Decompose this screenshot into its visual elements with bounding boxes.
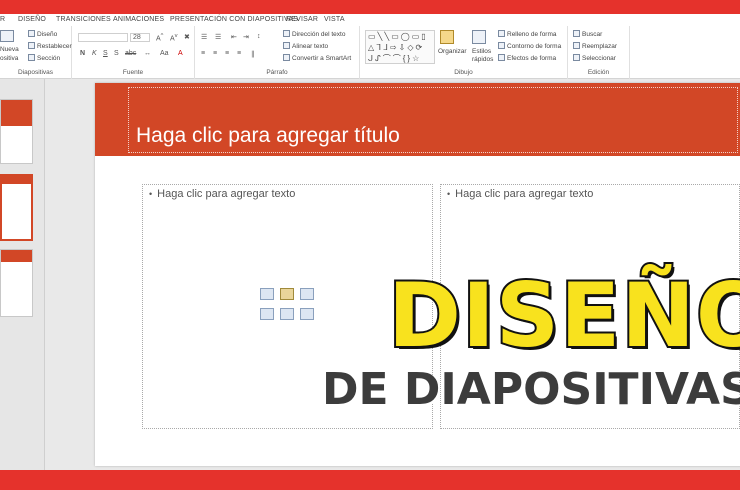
align-text-icon [283,42,290,49]
reset-icon [28,42,35,49]
shadow-button[interactable]: S [114,50,119,57]
columns-icon[interactable]: ∥ [251,50,255,58]
grow-font-icon[interactable]: A^ [156,33,163,42]
left-content-text: Haga clic para agregar texto [149,188,295,200]
quick-styles-icon[interactable] [472,30,488,45]
bold-button[interactable]: N [80,50,85,57]
underline-button[interactable]: S [103,50,108,57]
align-text-button[interactable]: Alinear texto [283,42,328,50]
group-dibujo: ▭╲╲▭◯▭▯ △ᒣᒧ⇨⇩◇⟳ ᒍᔑ⌒⌒{}☆ Organizar Estilos … [360,26,568,79]
numbering-icon[interactable]: ☰ [215,33,221,41]
tab-vista[interactable]: VISTA [324,16,345,23]
italic-button[interactable]: K [92,50,97,57]
insert-picture-icon[interactable] [260,308,274,320]
font-color-icon[interactable]: A [178,50,183,57]
insert-online-picture-icon[interactable] [280,308,294,320]
clear-format-icon[interactable]: ✖ [184,33,190,41]
indent-decrease-icon[interactable]: ⇤ [231,33,237,41]
change-case-icon[interactable]: Aa [160,50,169,57]
line-spacing-icon[interactable]: ↕ [257,33,261,40]
bottom-red-band [0,470,740,490]
layout-icon [28,30,35,37]
group-diapositivas: Nueva ositiva Diseño Restablecer Sección… [0,26,72,79]
font-name-field[interactable] [78,33,128,42]
group-title-diapositivas: Diapositivas [17,69,54,76]
align-left-icon[interactable]: ≡ [201,50,205,57]
strike-button[interactable]: abc [125,50,136,57]
smartart-icon [283,54,290,61]
char-spacing-icon[interactable]: ↔ [144,50,151,57]
find-button[interactable]: Buscar [573,30,602,38]
slide-thumbnail-1[interactable] [0,99,33,164]
group-parrafo: ☰ ☰ ⇤ ⇥ ↕ ≡ ≡ ≡ ≡ ∥ Dirección del texto … [195,26,360,79]
align-right-icon[interactable]: ≡ [225,50,229,57]
section-button[interactable]: Sección [28,54,60,62]
shape-outline-icon [498,42,505,49]
title-placeholder[interactable]: Haga clic para agregar título [128,87,738,153]
insert-smartart-icon[interactable] [300,288,314,300]
ribbon: Nueva ositiva Diseño Restablecer Sección… [0,26,740,79]
arrange-label[interactable]: Organizar [438,48,467,55]
group-edicion: Buscar Reemplazar Seleccionar Edición [568,26,630,79]
overlay-subheadline: DE DIAPOSITIVAS [322,364,740,415]
slide-thumbnails-pane [0,79,45,470]
shape-effects-icon [498,54,505,61]
shapes-gallery[interactable]: ▭╲╲▭◯▭▯ △ᒣᒧ⇨⇩◇⟳ ᒍᔑ⌒⌒{}☆ [365,30,435,64]
find-icon [573,30,580,37]
insert-content-icons [260,288,316,326]
slide-thumbnail-3[interactable] [0,249,33,317]
reset-button[interactable]: Restablecer [28,42,72,50]
arrange-icon[interactable] [440,30,456,45]
new-slide-label-2[interactable]: ositiva [0,55,18,62]
select-icon [573,54,580,61]
text-direction-icon [283,30,290,37]
group-title-edicion: Edición [587,69,610,76]
quick-styles-label[interactable]: Estilos rápidos [472,48,494,64]
shape-fill-button[interactable]: Relleno de forma [498,30,557,38]
tab-revisar[interactable]: REVISAR [286,16,318,23]
section-icon [28,54,35,61]
layout-button[interactable]: Diseño [28,30,57,38]
group-title-parrafo: Párrafo [266,69,288,76]
tab-presentacion[interactable]: PRESENTACIÓN CON DIAPOSITIVAS [170,16,298,23]
shrink-font-icon[interactable]: Av [170,33,178,42]
text-direction-button[interactable]: Dirección del texto [283,30,345,38]
insert-table-icon[interactable] [260,288,274,300]
group-title-fuente: Fuente [122,69,144,76]
smartart-button[interactable]: Convertir a SmartArt [283,54,351,62]
insert-video-icon[interactable] [300,308,314,320]
new-slide-label[interactable]: Nueva [0,46,19,53]
overlay-headline: DISEÑOS [386,264,740,367]
screenshot-root: R DISEÑO TRANSICIONES ANIMACIONES PRESEN… [0,0,740,490]
replace-icon [573,42,580,49]
slide-header-band: Haga clic para agregar título [95,83,740,156]
shape-effects-button[interactable]: Efectos de forma [498,54,556,62]
insert-chart-icon[interactable] [280,288,294,300]
select-button[interactable]: Seleccionar [573,54,616,62]
top-red-band [0,0,740,14]
new-slide-icon[interactable] [0,30,16,43]
title-placeholder-text: Haga clic para agregar título [136,124,400,147]
replace-button[interactable]: Reemplazar [573,42,617,50]
align-center-icon[interactable]: ≡ [213,50,217,57]
tab-inicio-partial[interactable]: R [0,16,5,23]
tab-animaciones[interactable]: ANIMACIONES [113,16,164,23]
shape-fill-icon [498,30,505,37]
shape-outline-button[interactable]: Contorno de forma [498,42,561,50]
bullets-icon[interactable]: ☰ [201,33,207,41]
menu-tabs: R DISEÑO TRANSICIONES ANIMACIONES PRESEN… [0,14,740,26]
group-title-dibujo: Dibujo [454,69,473,76]
right-content-text: Haga clic para agregar texto [447,188,593,200]
indent-increase-icon[interactable]: ⇥ [243,33,249,41]
tab-diseno[interactable]: DISEÑO [18,16,46,23]
slide-thumbnail-2[interactable] [0,174,33,241]
justify-icon[interactable]: ≡ [237,50,241,57]
font-size-field[interactable]: 28 [130,33,150,42]
group-fuente: 28 A^ Av ✖ N K S S abc ↔ Aa A Fuente [72,26,195,79]
tab-transiciones[interactable]: TRANSICIONES [56,16,111,23]
